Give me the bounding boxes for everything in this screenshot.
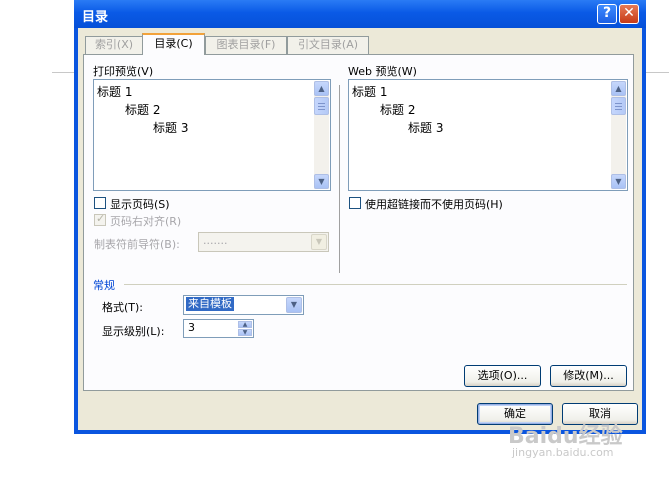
web-preview-heading-1: 标题 1 xyxy=(352,85,388,99)
tab-figures[interactable]: 图表目录(F) xyxy=(205,36,287,54)
levels-value: 3 xyxy=(188,321,195,334)
preview-heading-1: 标题 1 xyxy=(97,85,133,99)
format-label: 格式(T): xyxy=(102,301,144,314)
background-line xyxy=(645,72,669,73)
format-select[interactable]: 来自模板 ▼ xyxy=(183,295,304,315)
use-hyperlinks-label: 使用超链接而不使用页码(H) xyxy=(365,198,503,211)
tab-index[interactable]: 索引(X) xyxy=(85,36,143,54)
scroll-up-arrow-icon[interactable]: ▲ xyxy=(611,81,626,96)
tab-leader-value: ....... xyxy=(203,234,228,247)
tab-toc[interactable]: 目录(C) xyxy=(142,33,205,55)
print-preview-label: 打印预览(V) xyxy=(93,65,154,78)
help-button[interactable]: ? xyxy=(597,4,617,24)
preview-heading-3: 标题 3 xyxy=(153,121,189,135)
close-icon: ✕ xyxy=(623,5,635,21)
show-page-numbers-label: 显示页码(S) xyxy=(110,198,170,211)
show-page-numbers-checkbox[interactable] xyxy=(94,197,106,209)
right-align-checkbox[interactable]: ✓ xyxy=(94,212,106,226)
scroll-down-arrow-icon[interactable]: ▼ xyxy=(314,174,329,189)
tab-panel: 打印预览(V) 标题 1 标题 2 标题 3 ▲ ▼ Web 预览(W) 标题 … xyxy=(83,54,634,391)
web-preview-scrollbar[interactable]: ▲ ▼ xyxy=(611,81,626,189)
print-preview-box: 标题 1 标题 2 标题 3 ▲ ▼ xyxy=(93,79,331,191)
dialog-title: 目录 xyxy=(82,10,109,25)
tab-authorities[interactable]: 引文目录(A) xyxy=(287,36,369,54)
check-icon: ✓ xyxy=(96,212,106,225)
tab-leader-select[interactable]: ....... ▼ xyxy=(198,232,329,252)
spin-up-icon[interactable]: ▲ xyxy=(238,321,252,328)
tab-leader-label: 制表符前导符(B): xyxy=(94,238,180,251)
preview-heading-2: 标题 2 xyxy=(125,103,161,117)
title-bar[interactable]: 目录 ? ✕ xyxy=(74,0,646,28)
chevron-down-icon[interactable]: ▼ xyxy=(311,234,327,250)
web-preview-label: Web 预览(W) xyxy=(348,65,417,78)
web-preview-box: 标题 1 标题 2 标题 3 ▲ ▼ xyxy=(348,79,628,191)
scroll-down-arrow-icon[interactable]: ▼ xyxy=(611,174,626,189)
general-group-label: 常规 xyxy=(93,279,115,292)
levels-stepper[interactable]: 3 ▲ ▼ xyxy=(183,319,254,338)
use-hyperlinks-checkbox[interactable] xyxy=(349,197,361,209)
group-divider xyxy=(124,284,627,285)
right-align-label: 页码右对齐(R) xyxy=(110,215,182,228)
spin-down-icon[interactable]: ▼ xyxy=(238,329,252,336)
scroll-thumb[interactable] xyxy=(611,97,626,115)
watermark: Baidu经验 jingyan.baidu.com xyxy=(508,418,658,468)
chevron-down-icon[interactable]: ▼ xyxy=(286,297,302,313)
web-preview-heading-3: 标题 3 xyxy=(408,121,444,135)
print-preview-scrollbar[interactable]: ▲ ▼ xyxy=(314,81,329,189)
scroll-thumb[interactable] xyxy=(314,97,329,115)
vertical-divider xyxy=(339,85,340,273)
dialog-body: 索引(X) 目录(C) 图表目录(F) 引文目录(A) 打印预览(V) 标题 1… xyxy=(78,28,642,430)
web-preview-heading-2: 标题 2 xyxy=(380,103,416,117)
toc-dialog: 目录 ? ✕ 索引(X) 目录(C) 图表目录(F) 引文目录(A) 打印预览(… xyxy=(74,0,646,434)
options-button[interactable]: 选项(O)... xyxy=(464,365,541,387)
help-icon: ? xyxy=(602,5,612,21)
scroll-up-arrow-icon[interactable]: ▲ xyxy=(314,81,329,96)
close-button[interactable]: ✕ xyxy=(619,4,639,24)
format-value: 来自模板 xyxy=(186,297,234,311)
watermark-url: jingyan.baidu.com xyxy=(512,446,614,459)
levels-label: 显示级别(L): xyxy=(102,325,165,338)
modify-button[interactable]: 修改(M)... xyxy=(550,365,627,387)
